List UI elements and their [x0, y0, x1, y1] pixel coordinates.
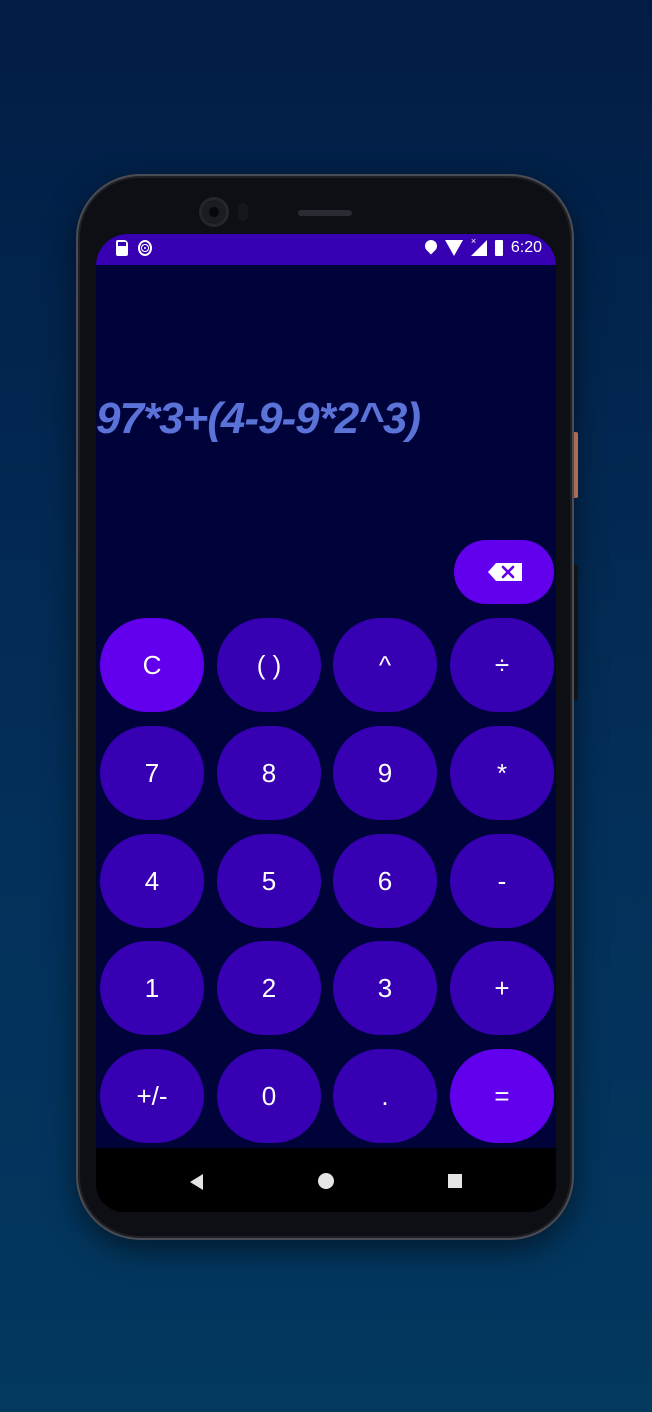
key-one-button[interactable]: 1: [100, 941, 204, 1035]
key-six-button[interactable]: 6: [333, 834, 437, 928]
key-negate-button[interactable]: +/-: [100, 1049, 204, 1143]
key-power-button[interactable]: ^: [333, 618, 437, 712]
backspace-icon: [488, 563, 522, 581]
back-icon[interactable]: [190, 1174, 203, 1190]
key-three-button[interactable]: 3: [333, 941, 437, 1035]
key-clear-button[interactable]: C: [100, 618, 204, 712]
recents-icon[interactable]: [448, 1174, 462, 1188]
front-camera: [202, 200, 226, 224]
screen: × 6:20 97*3+(4-9-9*2^3) C( ) ^ ÷ 7 8 9 * 4 5 6- 1 2…: [96, 234, 556, 1212]
proximity-sensor: [238, 203, 248, 221]
key-eight-button[interactable]: 8: [217, 726, 321, 820]
key-minus-button[interactable]: -: [450, 834, 554, 928]
key-equals-button[interactable]: =: [450, 1049, 554, 1143]
key-nine-button[interactable]: 9: [333, 726, 437, 820]
home-icon[interactable]: [318, 1173, 334, 1189]
key-decimal-button[interactable]: .: [333, 1049, 437, 1143]
backspace-button[interactable]: [454, 540, 554, 604]
key-five-button[interactable]: 5: [217, 834, 321, 928]
cell-signal-icon: ×: [470, 236, 487, 256]
expression-display: 97*3+(4-9-9*2^3): [96, 394, 421, 443]
key-divide-button[interactable]: ÷: [450, 618, 554, 712]
status-time: 6:20: [510, 239, 542, 256]
key-seven-button[interactable]: 7: [100, 726, 204, 820]
key-four-button[interactable]: 4: [100, 834, 204, 928]
location-icon: [422, 237, 440, 255]
fingerprint-icon: [138, 240, 152, 256]
key-two-button[interactable]: 2: [217, 941, 321, 1035]
navigation-bar: [96, 1148, 556, 1212]
key-plus-button[interactable]: +: [450, 941, 554, 1035]
key-zero-button[interactable]: 0: [217, 1049, 321, 1143]
status-bar: × 6:20: [96, 234, 556, 265]
key-parentheses-button[interactable]: ( ): [217, 618, 321, 712]
earpiece-speaker: [298, 210, 352, 216]
battery-icon: [494, 240, 503, 256]
wifi-icon: [444, 240, 463, 256]
key-multiply-button[interactable]: *: [450, 726, 554, 820]
sd-card-icon: [116, 240, 128, 256]
